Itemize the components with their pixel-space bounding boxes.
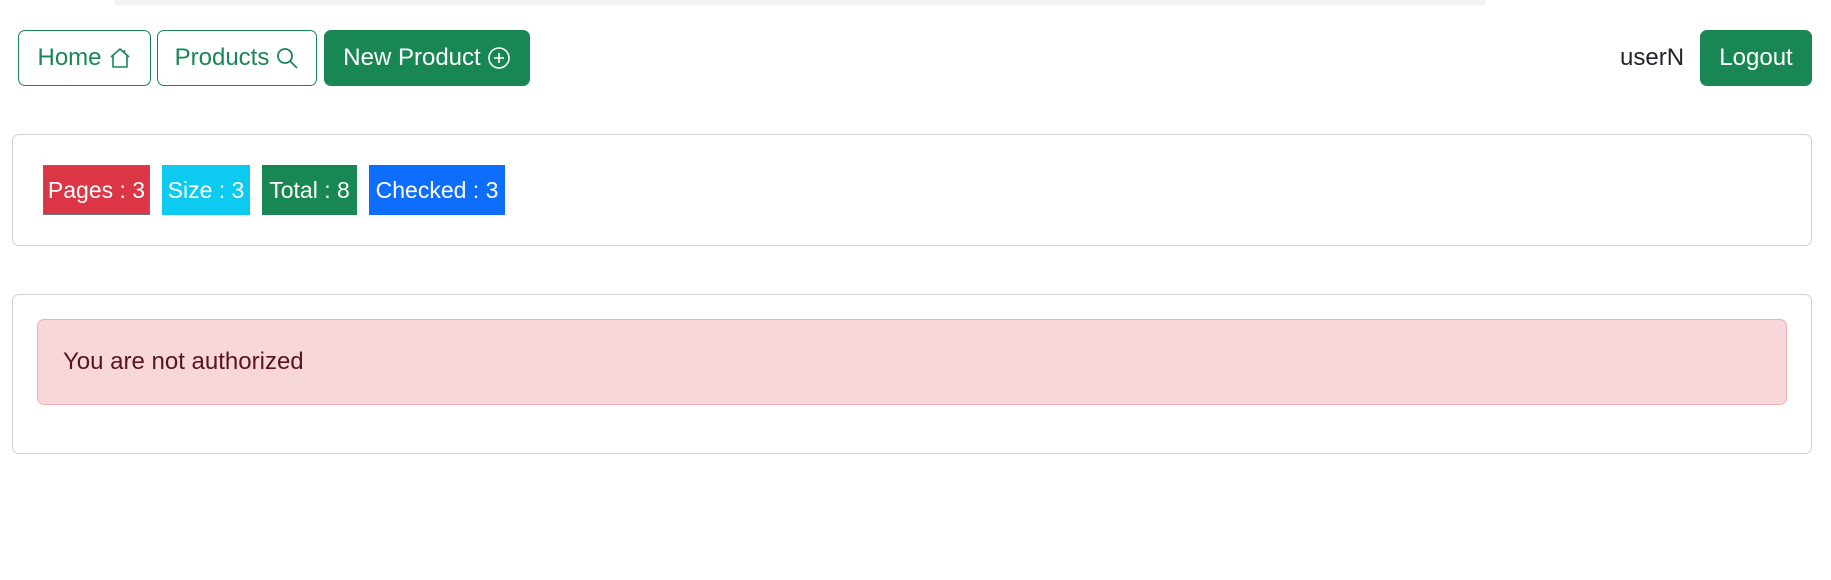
home-button-label: Home <box>37 44 102 71</box>
pages-badge: Pages : 3 <box>43 165 150 215</box>
message-card: You are not authorized <box>12 294 1812 454</box>
products-button[interactable]: Products <box>157 30 317 86</box>
checked-badge: Checked : 3 <box>369 165 505 215</box>
username-label: userN <box>1620 44 1685 71</box>
new-product-button-label: New Product <box>343 44 481 71</box>
scroll-indicator <box>115 0 1485 5</box>
logout-button-label: Logout <box>1719 44 1793 71</box>
search-icon <box>275 46 299 70</box>
home-button[interactable]: Home <box>18 30 151 86</box>
alert-message: You are not authorized <box>63 348 304 375</box>
new-product-button[interactable]: New Product <box>324 30 530 86</box>
logout-button[interactable]: Logout <box>1700 30 1812 86</box>
unauthorized-alert: You are not authorized <box>37 319 1787 405</box>
plus-circle-icon <box>487 46 511 70</box>
navbar: Home Products New Product userN Logout <box>0 30 1831 86</box>
size-badge: Size : 3 <box>162 165 250 215</box>
stats-card: Pages : 3 Size : 3 Total : 8 Checked : 3 <box>12 134 1812 246</box>
house-icon <box>108 46 132 70</box>
total-badge: Total : 8 <box>262 165 357 215</box>
products-button-label: Products <box>174 44 270 71</box>
top-strip <box>0 0 1831 5</box>
